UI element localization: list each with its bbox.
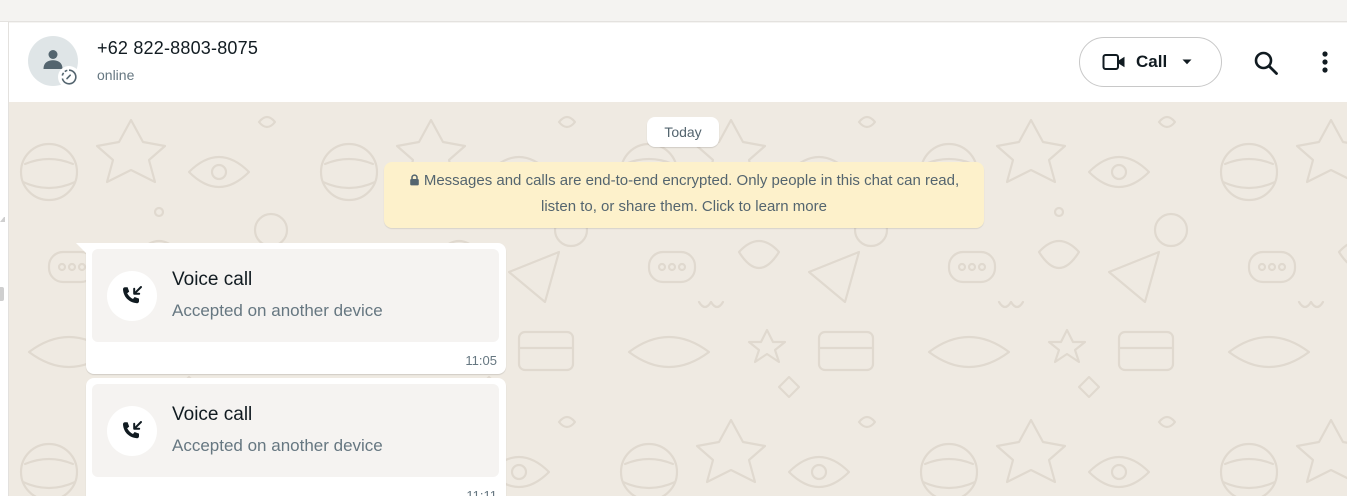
lock-icon (410, 174, 419, 186)
message-tail (76, 243, 86, 253)
contact-name[interactable]: +62 822-8803-8075 (97, 38, 258, 59)
contact-status: online (97, 67, 135, 83)
call-icon-circle (107, 271, 157, 321)
browser-top-strip (0, 0, 1347, 22)
message-time: 11:05 (465, 353, 497, 368)
call-title: Voice call (172, 404, 253, 425)
call-subtitle: Accepted on another device (172, 436, 383, 455)
left-panel-edge (0, 22, 9, 496)
more-options-button[interactable] (1320, 50, 1330, 81)
message-bubble[interactable]: Voice call Accepted on another device 11… (86, 378, 506, 496)
call-subtitle: Accepted on another device (172, 301, 383, 320)
call-icon-circle (107, 406, 157, 456)
date-divider: Today (647, 117, 719, 147)
message-time: 11:11 (466, 488, 497, 496)
status-ring-icon[interactable] (58, 66, 80, 88)
search-icon (1254, 51, 1278, 75)
resize-handle[interactable] (0, 287, 4, 301)
call-button[interactable]: Call (1079, 37, 1222, 87)
call-log-card[interactable]: Voice call Accepted on another device (92, 384, 499, 477)
call-title: Voice call (172, 269, 253, 290)
video-camera-icon (1102, 54, 1125, 70)
encryption-notice-line2: listen to, or share them. Click to learn… (541, 198, 827, 215)
chevron-down-icon[interactable] (1181, 58, 1193, 66)
incoming-call-icon (123, 421, 142, 439)
avatar[interactable] (28, 36, 80, 88)
call-button-label: Call (1136, 52, 1168, 71)
encryption-notice-line1-wrap: Messages and calls are end-to-end encryp… (384, 168, 984, 194)
search-button[interactable] (1253, 50, 1279, 81)
more-vertical-icon (1322, 51, 1328, 73)
collapse-indicator-icon (0, 216, 5, 222)
chat-area[interactable]: Today Messages and calls are end-to-end … (9, 102, 1347, 496)
call-log-card[interactable]: Voice call Accepted on another device (92, 249, 499, 342)
encryption-notice-line1: Messages and calls are end-to-end encryp… (423, 172, 960, 189)
chat-header: +62 822-8803-8075 online Call (9, 23, 1347, 102)
incoming-call-icon (123, 286, 142, 304)
message-bubble[interactable]: Voice call Accepted on another device 11… (76, 243, 506, 374)
encryption-notice[interactable]: Messages and calls are end-to-end encryp… (384, 162, 984, 228)
